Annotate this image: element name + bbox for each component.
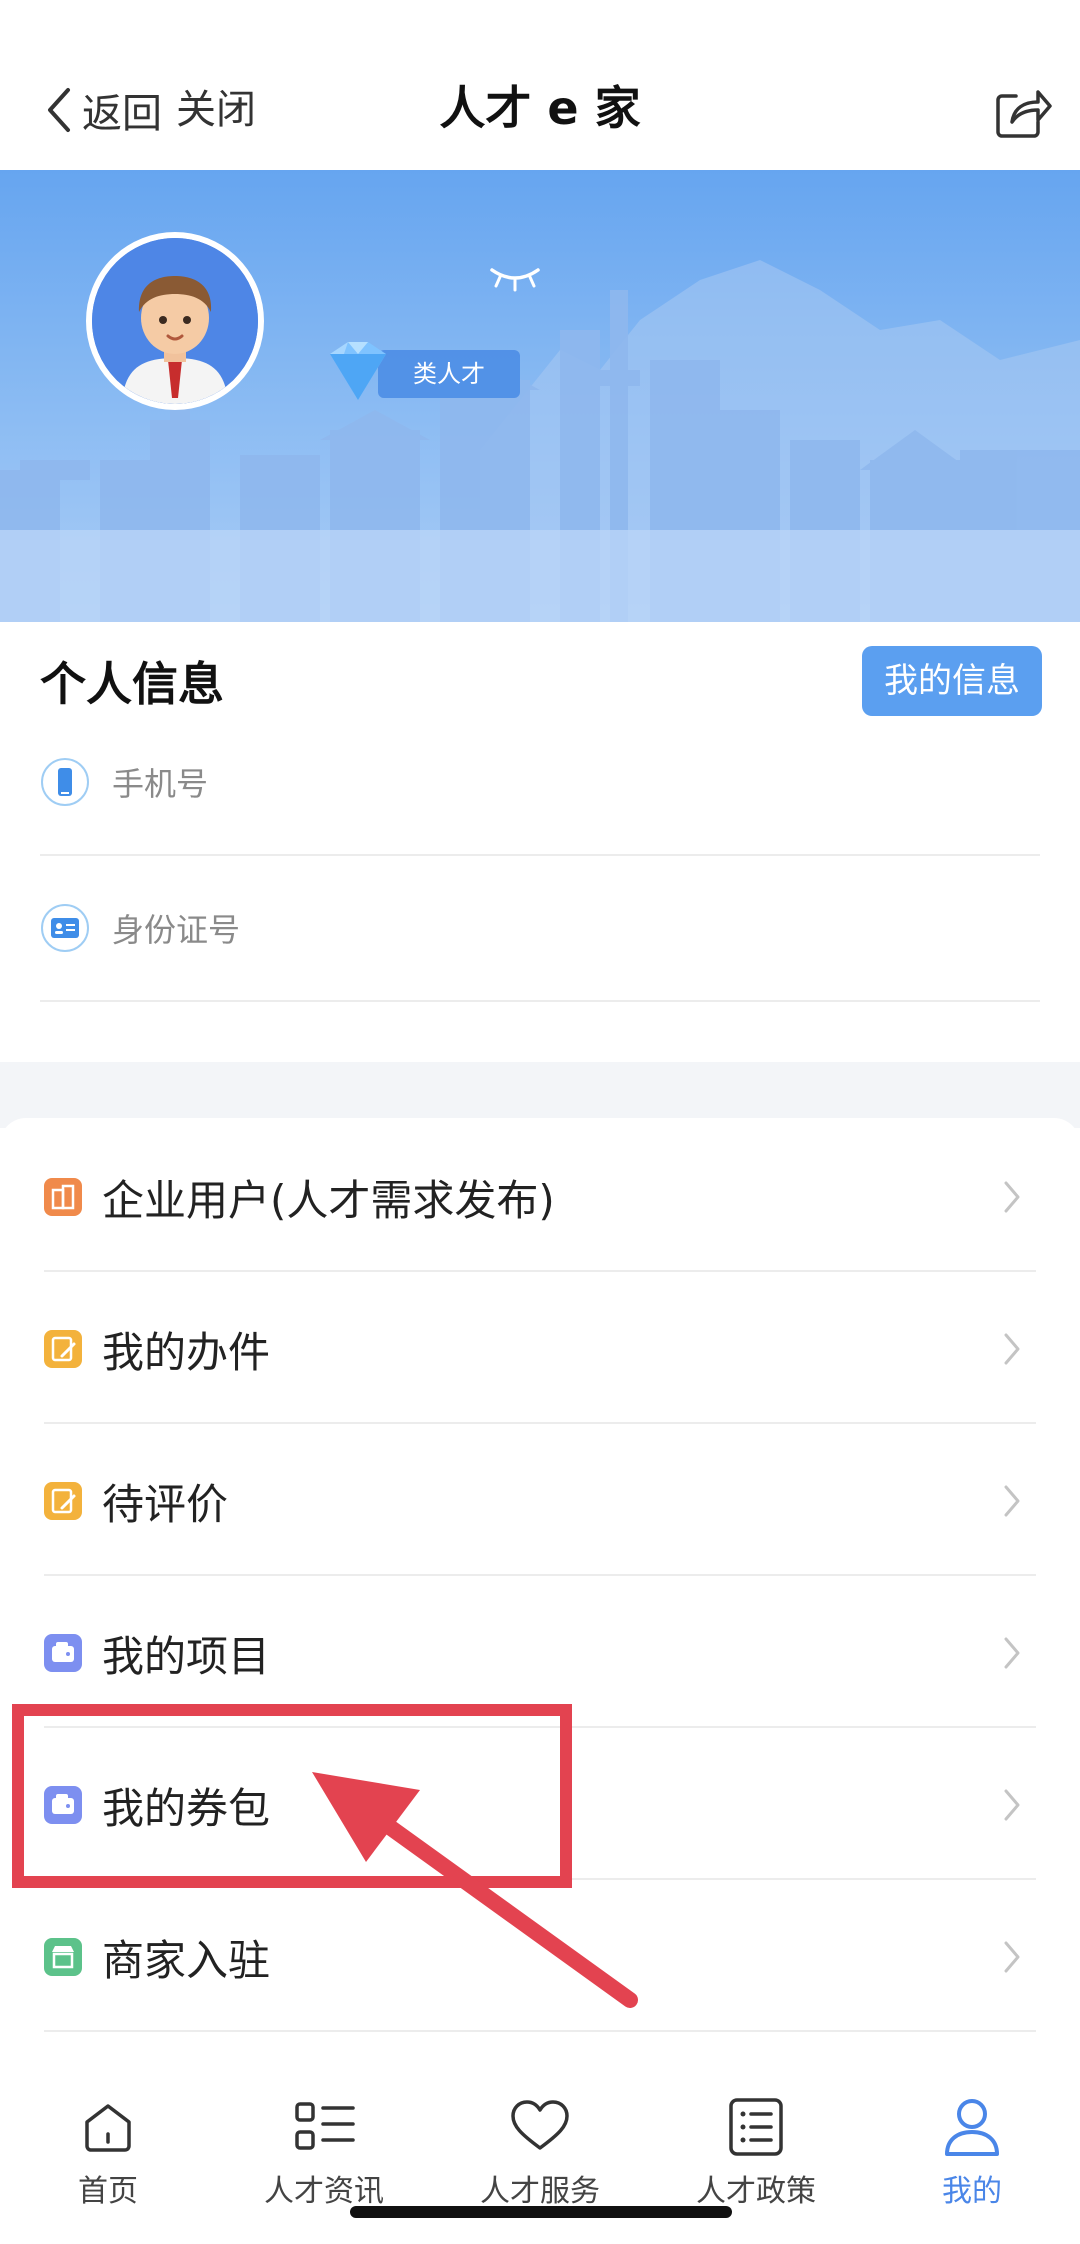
shop-icon [44,1938,82,1976]
phone-row: 手机号 [40,752,1040,812]
tab-label: 我的 [942,2174,1002,2209]
divider [44,2030,1036,2032]
document-edit-icon [44,1330,82,1368]
avatar[interactable] [86,232,264,410]
chevron-right-icon [1004,1637,1020,1669]
menu-item-merchant-onboarding[interactable]: 商家入驻 [44,1882,1036,2032]
document-list-icon [729,2098,783,2156]
menu-item-label: 商家入驻 [102,1935,271,1985]
phone-icon [41,758,89,806]
tab-label: 首页 [78,2174,138,2209]
phone-label: 手机号 [112,765,209,803]
id-card-label: 身份证号 [112,911,241,949]
user-avatar-illustration [92,238,258,404]
chevron-right-icon [1004,1485,1020,1517]
list-icon [295,2102,355,2150]
menu-item-enterprise-user[interactable]: 企业用户(人才需求发布) [44,1122,1036,1272]
divider [44,1422,1036,1424]
enterprise-icon [44,1178,82,1216]
chevron-right-icon [1004,1181,1020,1213]
chevron-right-icon [1004,1789,1020,1821]
id-card-row: 身份证号 [40,898,1040,958]
highlight-annotation-box [12,1704,572,1888]
tab-mine[interactable]: 我的 [882,2094,1062,2224]
page-title: 人才 e 家 [439,81,641,135]
chevron-right-icon [1004,1941,1020,1973]
id-card-icon [41,904,89,952]
menu-item-label: 待评价 [102,1479,229,1529]
menu-item-label: 我的办件 [102,1327,271,1377]
tab-talent-services[interactable]: 人才服务 [450,2094,630,2224]
user-icon [945,2099,999,2156]
tab-label: 人才资讯 [264,2174,384,2209]
tab-talent-policy[interactable]: 人才政策 [666,2094,846,2224]
home-icon [85,2104,131,2152]
divider [40,1000,1040,1002]
divider [44,1574,1036,1576]
tab-label: 人才政策 [696,2174,816,2209]
menu-item-label: 我的项目 [102,1631,271,1681]
top-nav-bar: 返回 关闭 人才 e 家 [0,0,1080,170]
tab-talent-news[interactable]: 人才资讯 [234,2094,414,2224]
menu-item-pending-review[interactable]: 待评价 [44,1426,1036,1576]
tab-label: 人才服务 [480,2174,600,2209]
talent-level-label: 类人才 [413,360,485,388]
divider [44,1270,1036,1272]
share-icon[interactable] [990,78,1054,142]
tab-home[interactable]: 首页 [18,2094,198,2224]
closed-eye-icon[interactable] [486,262,544,292]
divider [40,854,1040,856]
diamond-icon [330,342,386,400]
menu-item-label: 企业用户(人才需求发布) [102,1175,555,1225]
menu-item-my-tasks[interactable]: 我的办件 [44,1274,1036,1424]
talent-level-badge: 类人才 [318,336,520,410]
wallet-icon [44,1634,82,1672]
heart-icon [511,2100,569,2150]
review-edit-icon [44,1482,82,1520]
home-indicator [350,2206,732,2218]
profile-banner: 类人才 [0,170,1080,622]
personal-info-heading: 个人信息 [40,657,224,711]
my-info-button[interactable]: 我的信息 [862,646,1042,716]
chevron-right-icon [1004,1333,1020,1365]
